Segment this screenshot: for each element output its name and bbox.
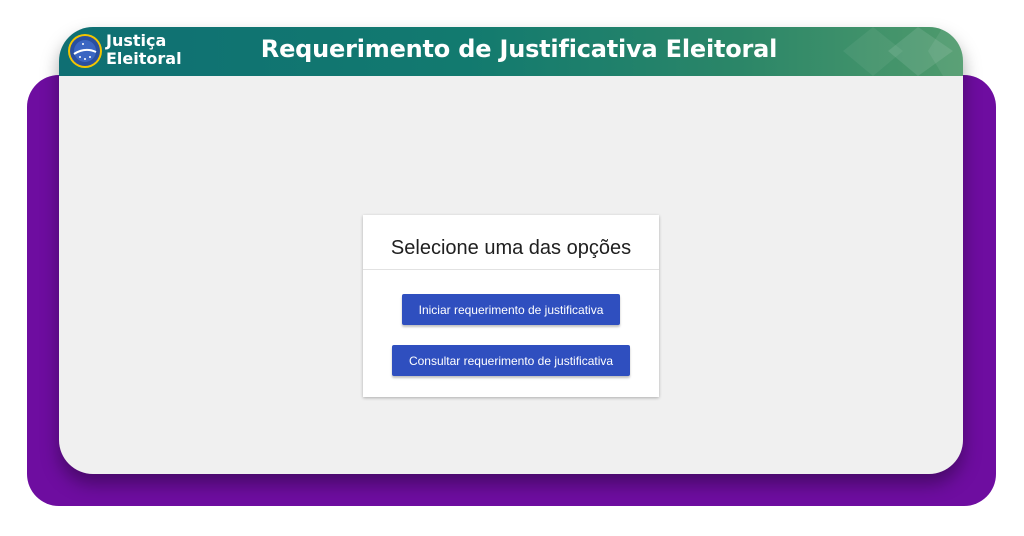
consult-justification-button[interactable]: Consultar requerimento de justificativa: [392, 345, 630, 376]
justica-eleitoral-logo[interactable]: Justiça Eleitoral: [67, 31, 187, 73]
brazil-emblem-icon: [68, 34, 102, 68]
logo-text-line2: Eleitoral: [106, 49, 182, 68]
page-title: Requerimento de Justificativa Eleitoral: [260, 35, 778, 63]
options-card: Selecione uma das opções Iniciar requeri…: [363, 215, 659, 397]
logo-text-line1: Justiça: [106, 31, 167, 50]
app-window: Justiça Eleitoral Requerimento de Justif…: [59, 27, 963, 474]
card-title: Selecione uma das opções: [363, 215, 659, 270]
header-bar: Justiça Eleitoral Requerimento de Justif…: [59, 27, 963, 76]
stage: Justiça Eleitoral Requerimento de Justif…: [0, 0, 1024, 536]
start-justification-button[interactable]: Iniciar requerimento de justificativa: [402, 294, 620, 325]
header-decoration: [843, 27, 963, 76]
